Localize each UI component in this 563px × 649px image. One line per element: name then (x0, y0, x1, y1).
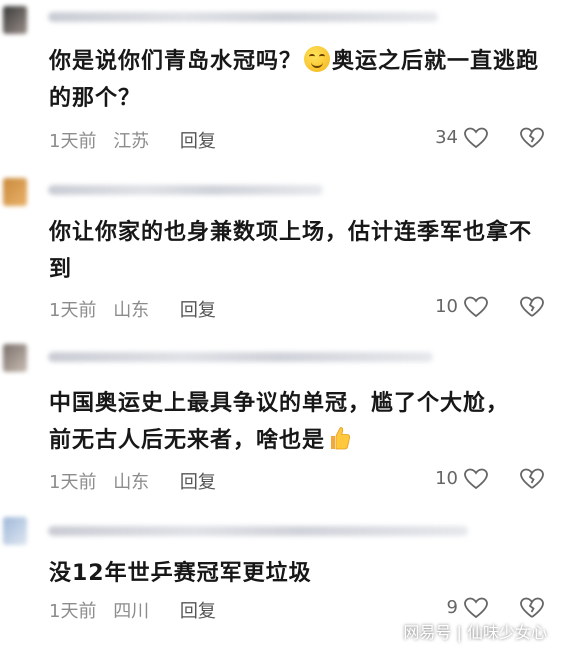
heart-icon[interactable] (463, 295, 489, 319)
watermark: 网易号 | 仙味少女心 (403, 623, 547, 642)
comment-meta: 1天前 江苏 回复 (49, 127, 227, 153)
comment-text: 你让你家的也身兼数项上场，估计连季军也拿不到 (49, 214, 539, 288)
comment-text-part: 中国奥运史上最具争议的单冠，尴了个大尬，前无古人后无来者，啥也是 (49, 391, 510, 453)
reply-button[interactable]: 回复 (180, 300, 216, 321)
comment-text-part: 你是说你们青岛水冠吗？ (49, 49, 303, 74)
comment-meta: 1天前 四川 回复 (49, 597, 227, 623)
reply-button[interactable]: 回复 (180, 472, 216, 493)
username-blurred[interactable] (48, 12, 438, 22)
heart-icon[interactable] (463, 596, 489, 620)
comment-time: 1天前 (49, 601, 97, 622)
heart-icon[interactable] (463, 126, 489, 150)
username-blurred[interactable] (48, 185, 323, 195)
avatar[interactable] (3, 6, 27, 34)
like-count: 10 (435, 468, 458, 489)
broken-heart-icon[interactable] (519, 596, 545, 620)
comment-location: 山东 (113, 472, 150, 493)
broken-heart-icon[interactable] (519, 126, 545, 150)
comment-meta: 1天前 山东 回复 (49, 468, 227, 494)
comment-text-part: 你让你家的也身兼数项上场，估计连季军也拿不到 (49, 220, 533, 282)
comment-time: 1天前 (49, 300, 97, 321)
username-blurred[interactable] (48, 352, 433, 362)
comment-meta: 1天前 山东 回复 (49, 296, 227, 322)
broken-heart-icon[interactable] (519, 295, 545, 319)
comment-text: 你是说你们青岛水冠吗？ 奥运之后就一直逃跑的那个？ (49, 43, 549, 117)
avatar[interactable] (3, 517, 27, 545)
comment-time: 1天前 (49, 472, 97, 493)
heart-icon[interactable] (463, 467, 489, 491)
reply-button[interactable]: 回复 (180, 131, 216, 152)
avatar[interactable] (3, 178, 27, 206)
like-count: 9 (446, 597, 458, 618)
smile-emoji-icon (304, 46, 331, 72)
username-blurred[interactable] (48, 526, 468, 536)
broken-heart-icon[interactable] (519, 467, 545, 491)
comment-text: 没12年世乒赛冠军更垃圾 (49, 555, 549, 592)
like-count: 34 (435, 127, 458, 148)
thumbs-up-emoji-icon (331, 427, 351, 450)
comment-location: 四川 (113, 601, 150, 622)
comment-location: 山东 (113, 300, 150, 321)
comment-text-part: 没12年世乒赛冠军更垃圾 (49, 561, 312, 586)
avatar[interactable] (3, 344, 27, 372)
comment-time: 1天前 (49, 131, 97, 152)
comment-text: 中国奥运史上最具争议的单冠，尴了个大尬，前无古人后无来者，啥也是 (49, 385, 529, 459)
like-count: 10 (435, 296, 458, 317)
comment-location: 江苏 (113, 131, 150, 152)
reply-button[interactable]: 回复 (180, 601, 216, 622)
